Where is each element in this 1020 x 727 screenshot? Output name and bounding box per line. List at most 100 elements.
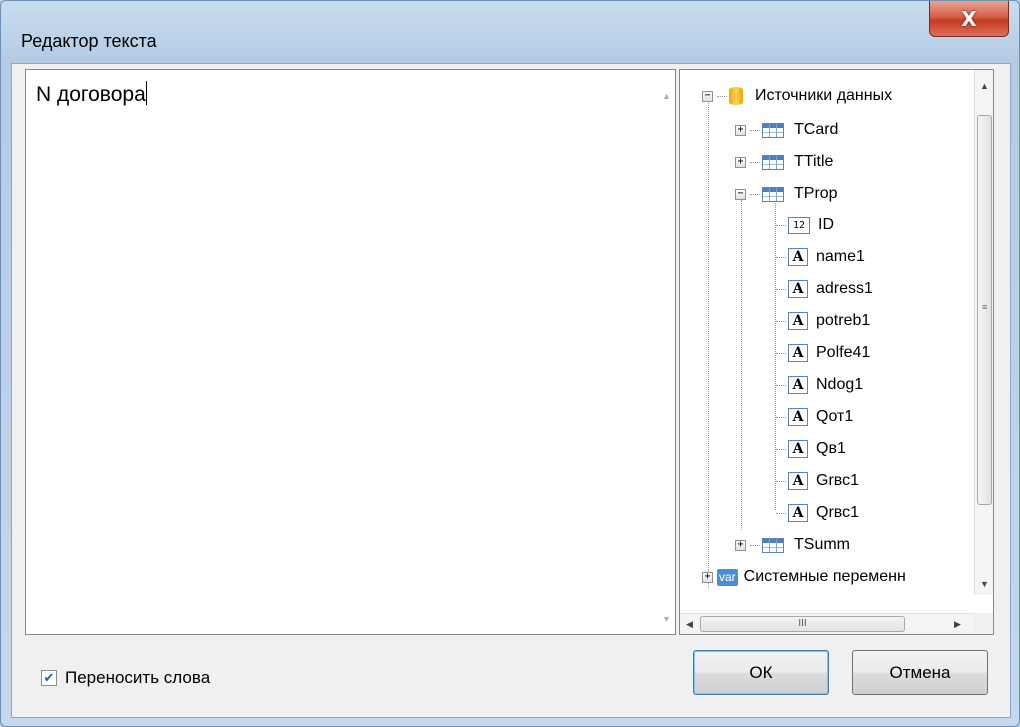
window-title: Редактор текста [21,31,157,51]
tree-node-label: Qот1 [816,408,854,425]
tree-connector [776,288,786,290]
collapse-icon[interactable]: − [735,188,746,200]
text-field-icon: A [788,504,808,522]
tree-node-label: Qrвс1 [816,504,859,521]
word-wrap-checkbox-row[interactable]: ✔ Переносить слова [41,668,210,688]
expand-icon[interactable]: + [702,571,713,583]
text-field-icon: A [788,440,808,458]
tree-guide-line [708,100,709,588]
text-field-icon: A [788,312,808,330]
table-icon [762,186,784,202]
tree-connector [776,480,786,482]
tree-node-label: TTitle [794,153,834,170]
number-field-icon: 12 [788,216,810,234]
table-icon [762,154,784,170]
tree-node-field[interactable]: A Polfe41 [776,339,870,367]
tree-connector [776,320,786,322]
tree-node-field[interactable]: A name1 [776,243,865,271]
expand-icon[interactable]: + [735,539,746,551]
tree-node-field[interactable]: A Qот1 [776,403,853,431]
tree-node-label: name1 [816,248,865,265]
tree-connector [776,256,786,258]
tree-connector [776,384,786,386]
tree-connector [776,416,786,418]
data-source-tree[interactable]: − Источники данных + TCard + TTitle − TP… [679,69,994,635]
title-bar: Редактор текста X [1,1,1019,63]
tree-node-table[interactable]: + TTitle [735,148,833,176]
tree-node-label: TCard [794,121,839,138]
text-field-icon: A [788,344,808,362]
tree-node-field[interactable]: A adress1 [776,275,873,303]
scrollbar-corner [974,613,993,634]
editor-text-value: N договора [36,83,146,106]
tree-connector [776,352,786,354]
scroll-left-icon[interactable]: ◀ [680,615,699,634]
tree-node-label: TProp [794,185,838,202]
scroll-down-icon[interactable]: ▼ [975,574,993,593]
tree-node-field[interactable]: A Grвс1 [776,467,859,495]
scroll-thumb[interactable]: ≡ [977,115,992,505]
text-field-icon: A [788,376,808,394]
tree-node-label: Ndog1 [816,376,864,393]
tree-connector [750,193,760,195]
tree-node-table[interactable]: − TProp [735,180,838,208]
tree-node-data-sources[interactable]: − Источники данных [702,82,892,110]
text-editor[interactable]: N договора ▲ ▼ [25,69,676,635]
tree-node-field[interactable]: A Qrвс1 [776,499,859,527]
tree-connector [776,224,786,226]
word-wrap-label: Переносить слова [65,668,211,687]
tree-connector [750,129,760,131]
tree-horizontal-scrollbar[interactable]: ◀ III ▶ [680,613,976,634]
tree-node-label: TSumm [794,536,850,553]
tree-node-table[interactable]: + TSumm [735,531,850,559]
table-icon [762,537,784,553]
scroll-up-icon[interactable]: ▲ [975,76,993,95]
tree-node-field[interactable]: A Ndog1 [776,371,863,399]
editor-scrollbar[interactable]: ▲ ▼ [656,70,675,634]
tree-connector [750,544,760,546]
database-icon [729,87,743,105]
tree-guide-line [741,200,742,530]
tree-node-label: Системные переменн [743,568,906,585]
tree-node-system-variables[interactable]: + var Системные переменн [702,563,906,591]
collapse-icon[interactable]: − [702,90,713,102]
close-button[interactable]: X [929,1,1009,37]
tree-node-field[interactable]: 12 ID [776,211,834,239]
tree-node-field[interactable]: A potreb1 [776,307,870,335]
expand-icon[interactable]: + [735,124,746,136]
grip-icon: ≡ [982,302,988,312]
table-icon [762,122,784,138]
expand-icon[interactable]: + [735,156,746,168]
ok-button[interactable]: ОК [693,650,829,695]
text-field-icon: A [788,248,808,266]
tree-connector [750,161,760,163]
editor-content[interactable]: N договора [36,81,147,107]
scroll-down-icon[interactable]: ▼ [657,609,676,628]
dialog-window: Редактор текста X N договора ▲ ▼ − Источ… [0,0,1020,727]
text-field-icon: A [788,408,808,426]
tree-node-label: adress1 [816,280,873,297]
word-wrap-checkbox[interactable]: ✔ [41,670,57,686]
tree-node-label: ID [818,216,834,233]
tree-node-table[interactable]: + TCard [735,116,838,144]
close-icon: X [961,6,977,31]
tree-connector [717,95,727,97]
tree-node-field[interactable]: A Qв1 [776,435,846,463]
variable-icon: var [717,568,738,586]
tree-connector [776,512,786,514]
text-field-icon: A [788,280,808,298]
tree-vertical-scrollbar[interactable]: ▲ ≡ ▼ [974,70,993,595]
tree-connector [776,448,786,450]
tree-node-label: Qв1 [816,440,846,457]
tree-node-label: Polfe41 [816,344,871,361]
tree-node-label: Grвс1 [816,472,859,489]
text-field-icon: A [788,472,808,490]
cancel-button[interactable]: Отмена [852,650,988,695]
scroll-up-icon[interactable]: ▲ [657,86,676,105]
tree-node-label: Источники данных [755,87,893,104]
scroll-thumb[interactable]: III [700,616,905,632]
scroll-right-icon[interactable]: ▶ [948,615,967,634]
checkmark-icon: ✔ [43,670,55,686]
dialog-client-area: N договора ▲ ▼ − Источники данных + TCar… [11,63,1011,718]
tree-node-label: potreb1 [816,312,871,329]
